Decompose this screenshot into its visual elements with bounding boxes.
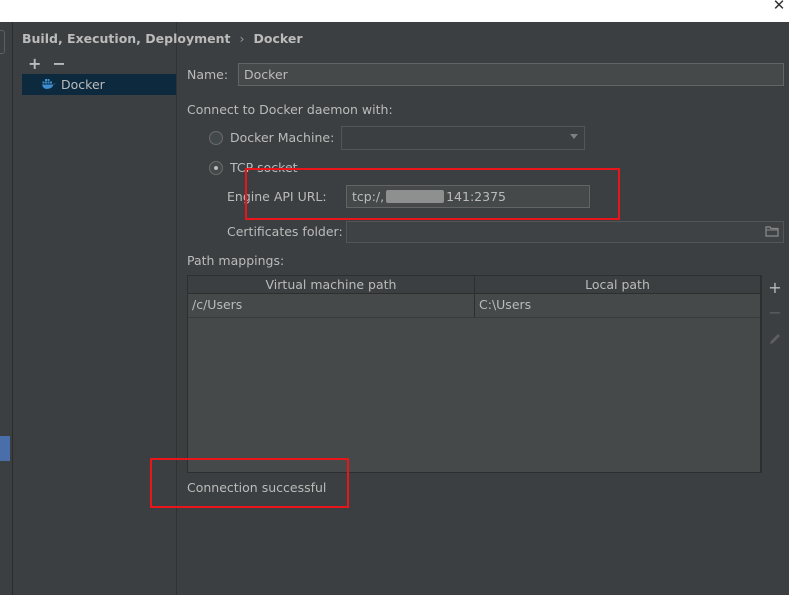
- settings-tree-panel: [13, 22, 177, 595]
- remove-icon[interactable]: −: [52, 54, 65, 73]
- add-icon[interactable]: +: [28, 54, 41, 73]
- tool-window-tab-active[interactable]: [0, 436, 10, 461]
- docker-machine-label: Docker Machine:: [230, 130, 335, 145]
- certificates-label: Certificates folder:: [227, 224, 343, 239]
- cell-virtual-path: /c/Users: [192, 297, 243, 312]
- column-header-virtual[interactable]: Virtual machine path: [188, 277, 474, 292]
- tree-item-label: Docker: [61, 77, 105, 92]
- cell-local-path: C:\Users: [479, 297, 532, 312]
- breadcrumb: Build, Execution, Deployment › Docker: [22, 31, 302, 46]
- name-label: Name:: [187, 67, 229, 82]
- tool-window-tab[interactable]: [0, 30, 5, 54]
- folder-icon[interactable]: [765, 225, 779, 237]
- column-header-local[interactable]: Local path: [475, 277, 760, 292]
- table-toolbar: + −: [761, 275, 789, 473]
- certificates-field[interactable]: [346, 221, 784, 243]
- close-icon[interactable]: ✕: [771, 0, 787, 13]
- add-mapping-icon[interactable]: +: [767, 280, 783, 296]
- docker-machine-radio[interactable]: [209, 131, 223, 145]
- highlight-box-status: [150, 458, 349, 508]
- window-title-bar: ✕: [0, 0, 789, 22]
- connect-label: Connect to Docker daemon with:: [187, 102, 393, 117]
- chevron-down-icon: [570, 134, 578, 139]
- path-mappings-label: Path mappings:: [187, 253, 285, 268]
- edit-pencil-icon[interactable]: [767, 331, 783, 347]
- docker-machine-select[interactable]: [341, 126, 585, 150]
- path-mappings-table[interactable]: Virtual machine path Local path /c/Users…: [187, 275, 761, 473]
- breadcrumb-current: Docker: [253, 31, 303, 46]
- highlight-box-url: [245, 168, 620, 220]
- name-field[interactable]: Docker: [238, 63, 784, 86]
- tcp-socket-radio[interactable]: [209, 161, 223, 175]
- tree-item-docker[interactable]: Docker: [22, 74, 176, 95]
- docker-whale-icon: [42, 79, 56, 89]
- tree-toolbar: + −: [28, 54, 77, 73]
- tool-window-strip: [0, 22, 13, 595]
- breadcrumb-separator: ›: [239, 31, 245, 46]
- remove-mapping-icon[interactable]: −: [767, 305, 783, 321]
- table-row[interactable]: /c/Users C:\Users: [188, 293, 760, 318]
- breadcrumb-parent: Build, Execution, Deployment: [22, 31, 231, 46]
